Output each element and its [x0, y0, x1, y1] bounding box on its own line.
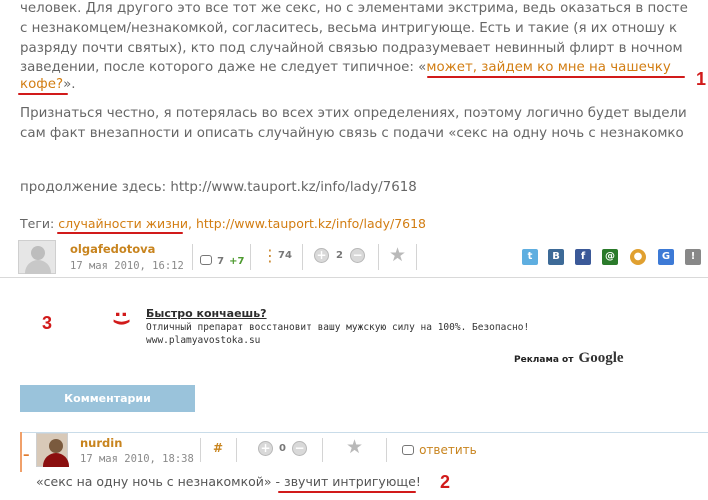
red-underline-2: [278, 491, 416, 493]
paragraph-2-line-2: сам факт внезапности и описать случайную…: [20, 126, 684, 141]
vkontakte-icon[interactable]: B: [548, 249, 564, 265]
facebook-icon[interactable]: f: [575, 249, 591, 265]
favorite-star-icon[interactable]: ★: [389, 246, 406, 265]
comment-permalink[interactable]: #: [213, 441, 223, 455]
commenter-avatar[interactable]: [36, 433, 69, 467]
annotation-mark-2: 2: [440, 472, 451, 492]
annotation-mark-3: 3: [42, 313, 53, 333]
divider: [302, 244, 303, 270]
comment-bubble-icon: [200, 254, 212, 265]
google-ads-prefix: Реклама от: [514, 355, 574, 365]
author-avatar[interactable]: [18, 240, 56, 274]
ad-url[interactable]: www.plamyavostoka.su: [146, 335, 260, 346]
smile-icon: :): [111, 310, 133, 327]
comments-counter[interactable]: 7 +7: [200, 249, 245, 268]
post-rating: 2: [336, 250, 343, 261]
vote-down-button[interactable]: −: [350, 248, 365, 263]
article-link-continued[interactable]: кофе?: [20, 77, 63, 92]
divider: [322, 438, 323, 462]
comment-text-highlight: звучит интригующе: [284, 474, 416, 489]
divider: [236, 438, 237, 462]
google-icon[interactable]: !: [685, 249, 701, 265]
comment-text: «секс на одну ночь с незнакомкой» - звуч…: [36, 474, 421, 490]
article-line-4: заведении, после которого даже не следуе…: [20, 60, 671, 76]
article-line-2: с незнакомцем/незнакомкой, согласитесь, …: [20, 21, 678, 36]
google-buzz-icon[interactable]: G: [658, 249, 674, 265]
comment-favorite-star-icon[interactable]: ★: [346, 438, 363, 457]
comment-date: 17 мая 2010, 18:38: [80, 453, 194, 465]
footprints-icon: ⋮: [262, 246, 278, 265]
comment-text-end: !: [415, 474, 421, 489]
tags-line: Теги: случайности жизни, http://www.taup…: [20, 216, 426, 232]
comment-rating: 0: [279, 443, 286, 454]
divider: [416, 244, 417, 270]
article-line-1: человек. Для другого это все тот же секс…: [20, 1, 688, 16]
comment-vote-up-button[interactable]: +: [258, 441, 273, 456]
collapse-comment-button[interactable]: –: [23, 448, 30, 463]
vote-up-button[interactable]: +: [314, 248, 329, 263]
comments-new: +7: [229, 256, 245, 267]
red-underline-1b: [18, 93, 68, 95]
ad-title-link[interactable]: Быстро кончаешь?: [146, 307, 267, 320]
article-link[interactable]: может, зайдем ко мне на чашечку: [426, 60, 670, 75]
commenter-username[interactable]: nurdin: [80, 436, 122, 450]
google-ads-label[interactable]: Реклама от Google: [514, 347, 624, 367]
comment-indent-bar: [20, 432, 22, 472]
comments-button[interactable]: Комментарии: [20, 385, 195, 412]
tag-link-1[interactable]: случайности жизни: [58, 216, 188, 231]
mail-icon[interactable]: @: [602, 249, 618, 265]
comments-count: 7: [217, 256, 225, 267]
divider: [192, 244, 193, 270]
post-date: 17 мая 2010, 16:12: [70, 260, 184, 272]
article-text: заведении, после которого даже не следуе…: [20, 60, 427, 75]
divider: [250, 244, 251, 270]
reply-icon: [402, 444, 414, 455]
tags-label: Теги:: [20, 216, 59, 231]
tag-link-2[interactable]: http://www.tauport.kz/info/lady/7618: [196, 216, 426, 231]
divider: [386, 438, 387, 462]
livejournal-icon[interactable]: ●: [630, 249, 646, 265]
article-line-5: кофе?».: [20, 77, 76, 93]
paragraph-2-line-1: Признаться честно, я потерялась во всех …: [20, 106, 687, 121]
article-text: ».: [63, 77, 76, 92]
twitter-icon[interactable]: t: [522, 249, 538, 265]
author-username[interactable]: olgafedotova: [70, 242, 155, 256]
ad-body: Отличный препарат восстановит вашу мужск…: [146, 322, 530, 333]
reply-label: ответить: [419, 443, 477, 457]
continuation-link-line[interactable]: продолжение здесь: http://www.tauport.kz…: [20, 180, 417, 196]
tag-separator: ,: [188, 216, 196, 231]
views-count: 74: [278, 250, 292, 261]
divider: [378, 244, 379, 270]
red-underline-1: [427, 76, 685, 78]
article-line-3: разряду почти святых), кто под случайной…: [20, 41, 683, 56]
annotation-mark-1: 1: [696, 69, 707, 89]
red-underline-tags: [57, 232, 183, 234]
google-logo: Google: [578, 350, 624, 366]
comment-text-start: «секс на одну ночь с незнакомкой» -: [36, 474, 285, 489]
comment-vote-down-button[interactable]: −: [292, 441, 307, 456]
reply-button[interactable]: ответить: [402, 439, 477, 458]
divider: [200, 438, 201, 462]
